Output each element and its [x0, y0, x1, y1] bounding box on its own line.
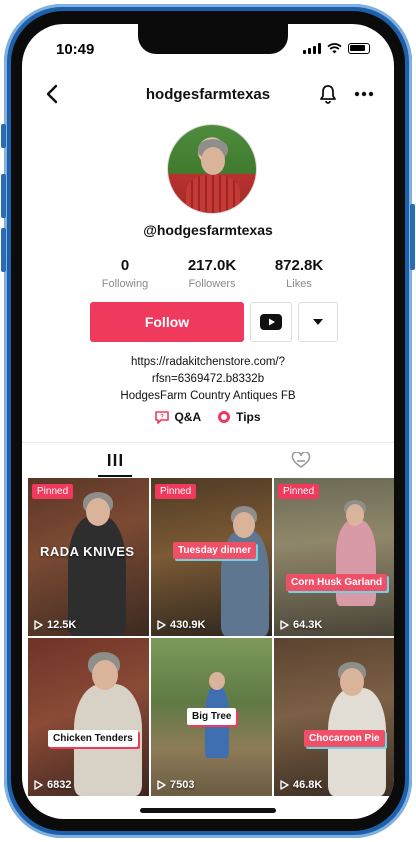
- tile-views: 430.9K: [157, 619, 205, 631]
- tile-caption: Chocaroon Pie: [304, 730, 385, 747]
- grid-videos-icon: [108, 454, 122, 466]
- active-tab-indicator: [98, 475, 132, 477]
- avatar[interactable]: [167, 124, 257, 214]
- tile-overlay-text: RADA KNIVES: [40, 544, 135, 559]
- qa-link[interactable]: ? Q&A: [155, 410, 201, 424]
- stat-likes[interactable]: 872.8K Likes: [256, 257, 342, 290]
- content-tabs: [22, 442, 394, 477]
- pinned-badge: Pinned: [278, 484, 320, 499]
- qa-label: Q&A: [174, 410, 202, 424]
- bio-link-line-1[interactable]: https://radakitchenstore.com/?: [22, 354, 394, 371]
- tile-views: 6832: [34, 779, 71, 791]
- avatar-shirt: [186, 175, 240, 213]
- profile-username: @hodgesfarmtexas: [143, 222, 273, 238]
- home-indicator: [140, 808, 276, 813]
- tile-views: 12.5K: [34, 619, 76, 631]
- bell-icon: [320, 85, 336, 104]
- stat-followers-label: Followers: [188, 278, 236, 290]
- notifications-button[interactable]: [314, 80, 342, 108]
- profile-bio: https://radakitchenstore.com/? rfsn=6369…: [22, 354, 394, 405]
- stat-followers[interactable]: 217.0K Followers: [169, 257, 255, 290]
- tips-label: Tips: [236, 410, 261, 424]
- tile-person-face: [346, 504, 364, 526]
- tips-link[interactable]: Tips: [217, 410, 261, 424]
- tile-person: [336, 520, 376, 606]
- profile-actions: Follow: [90, 302, 338, 342]
- tile-person-face: [86, 498, 110, 526]
- follow-button[interactable]: Follow: [90, 302, 244, 342]
- bio-link-line-2[interactable]: rfsn=6369472.b8332b: [22, 371, 394, 388]
- camera-notch: [138, 24, 288, 54]
- status-time: 10:49: [56, 41, 95, 58]
- play-icon: [34, 780, 43, 790]
- wifi-icon: [327, 43, 342, 54]
- video-tile[interactable]: Pinned RADA KNIVES 12.5K: [28, 478, 149, 636]
- video-tile[interactable]: Big Tree 7503: [151, 638, 272, 796]
- play-icon: [280, 620, 289, 630]
- power-button: [410, 204, 415, 270]
- suggested-accounts-button[interactable]: [298, 302, 338, 342]
- tips-icon: [218, 411, 231, 423]
- video-grid: Pinned RADA KNIVES 12.5K Pinned Tuesday …: [28, 478, 394, 796]
- tile-person: [68, 516, 126, 636]
- app-screen: 10:49 hodgesfarmtexas @hodgesfarmtexas 0…: [22, 24, 394, 819]
- stat-likes-label: Likes: [286, 278, 312, 290]
- qa-icon: ?: [155, 410, 170, 424]
- svg-text:?: ?: [161, 414, 165, 420]
- tile-person-face: [92, 660, 118, 690]
- stat-following[interactable]: 0 Following: [82, 257, 168, 290]
- stat-following-label: Following: [101, 278, 149, 290]
- video-tile[interactable]: Chicken Tenders 6832: [28, 638, 149, 796]
- tile-view-count: 6832: [47, 779, 72, 791]
- video-tile[interactable]: Chocaroon Pie 46.8K: [274, 638, 394, 796]
- tile-person-face: [340, 668, 364, 696]
- tab-liked[interactable]: [208, 443, 394, 477]
- pinned-badge: Pinned: [155, 484, 197, 499]
- caret-down-icon: [313, 319, 323, 325]
- tile-view-count: 430.9K: [170, 619, 206, 631]
- youtube-button[interactable]: [250, 302, 292, 342]
- play-icon: [157, 780, 166, 790]
- tile-views: 64.3K: [280, 619, 322, 631]
- more-options-button[interactable]: [350, 80, 378, 108]
- battery-icon: [348, 43, 370, 54]
- tile-view-count: 12.5K: [47, 619, 77, 631]
- youtube-icon: [260, 314, 282, 330]
- pinned-badge: Pinned: [32, 484, 74, 499]
- top-nav: hodgesfarmtexas: [22, 76, 394, 116]
- video-tile[interactable]: Pinned Corn Husk Garland 64.3K: [274, 478, 394, 636]
- bio-text-line-3: HodgesFarm Country Antiques FB: [120, 390, 296, 402]
- tile-caption: Chicken Tenders: [48, 730, 138, 747]
- profile-links: ? Q&A Tips: [22, 410, 394, 424]
- play-icon: [34, 620, 43, 630]
- stat-likes-count: 872.8K: [274, 257, 324, 274]
- profile-stats: 0 Following 217.0K Followers 872.8K Like…: [82, 257, 342, 290]
- tile-caption: Tuesday dinner: [173, 542, 257, 559]
- tile-views: 46.8K: [280, 779, 322, 791]
- avatar-face: [201, 147, 225, 175]
- tab-videos[interactable]: [22, 443, 208, 477]
- tile-person-face: [233, 512, 255, 538]
- more-dots-icon: [354, 91, 374, 97]
- stat-following-count: 0: [120, 257, 130, 274]
- volume-down-button: [1, 228, 6, 272]
- play-icon: [280, 780, 289, 790]
- play-icon: [157, 620, 166, 630]
- tile-view-count: 64.3K: [293, 619, 323, 631]
- tile-view-count: 46.8K: [293, 779, 323, 791]
- status-icons: [303, 43, 370, 54]
- tile-view-count: 7503: [170, 779, 195, 791]
- tile-views: 7503: [157, 779, 194, 791]
- tile-caption: Corn Husk Garland: [286, 574, 388, 591]
- tile-person-face: [209, 672, 225, 690]
- liked-heart-icon: [291, 451, 311, 468]
- stat-followers-count: 217.0K: [187, 257, 237, 274]
- tile-caption: Big Tree: [187, 708, 237, 725]
- video-tile[interactable]: Pinned Tuesday dinner 430.9K: [151, 478, 272, 636]
- cellular-signal-icon: [303, 43, 321, 54]
- volume-up-button: [1, 174, 6, 218]
- silent-switch: [1, 124, 6, 148]
